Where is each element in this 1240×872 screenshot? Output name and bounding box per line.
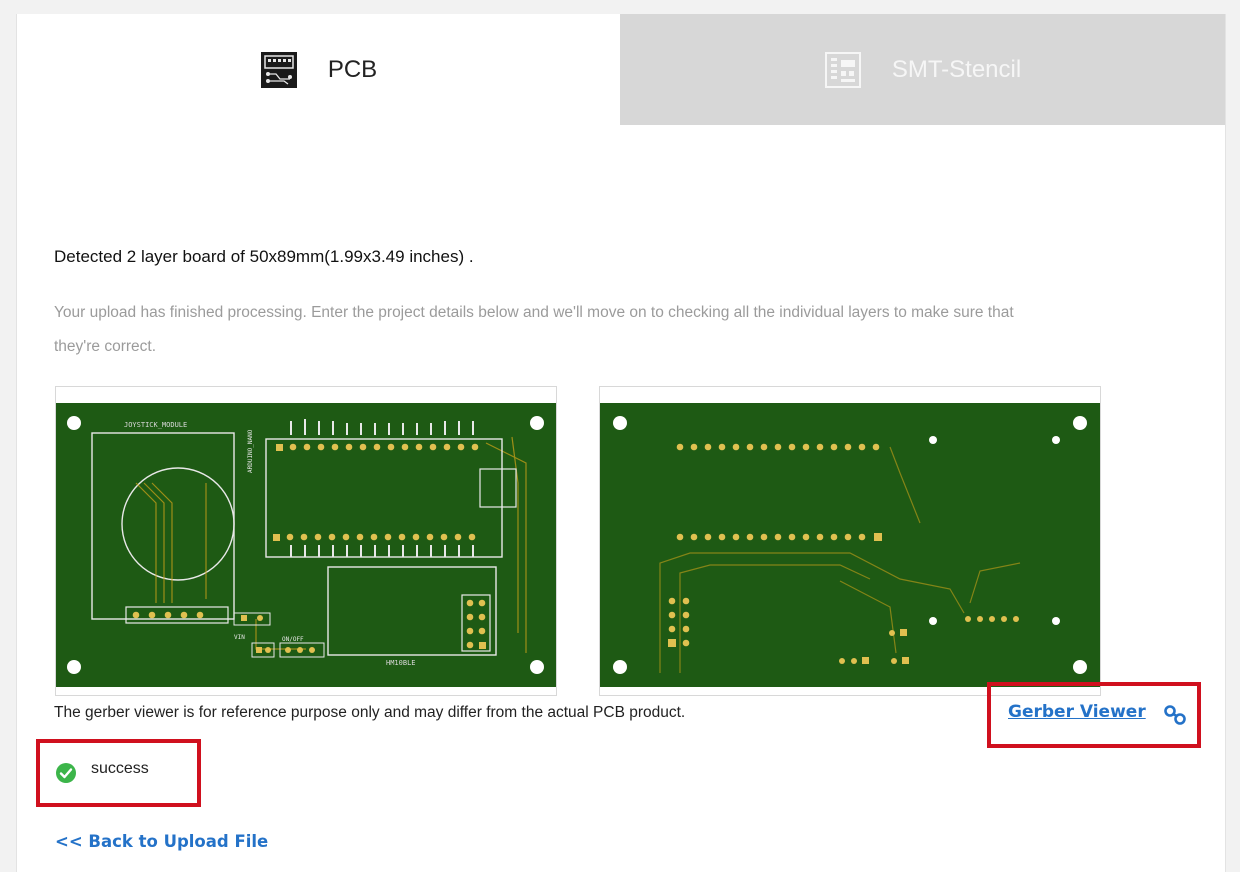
tab-smt-stencil[interactable]: SMT-Stencil	[620, 14, 1225, 125]
pcb-top-render: JOYSTICK_MODULE ARDUINO_NANO HM10BLE VIN…	[56, 403, 556, 687]
pcb-bottom-layer-view	[599, 386, 1101, 696]
tab-pcb[interactable]: PCB	[17, 14, 620, 125]
check-circle-icon	[55, 762, 77, 789]
external-link-icon[interactable]	[1163, 704, 1187, 731]
pcb-top-layer-view: JOYSTICK_MODULE ARDUINO_NANO HM10BLE VIN…	[55, 386, 557, 696]
pcb-top-power-label: VIN	[234, 634, 245, 641]
upload-panel: PCB SMT-Stencil Detected 2 layer board o…	[16, 14, 1226, 872]
pcb-top-switch-label: ON/OFF	[282, 636, 304, 643]
pcb-top-module-label: HM10BLE	[386, 659, 416, 667]
pcb-board-icon	[260, 51, 298, 89]
gerber-viewer-link[interactable]: Gerber Viewer	[1008, 702, 1146, 722]
detected-board-summary: Detected 2 layer board of 50x89mm(1.99x3…	[54, 247, 474, 266]
stencil-icon	[824, 51, 862, 89]
tab-smt-stencil-label: SMT-Stencil	[891, 55, 1022, 83]
pcb-top-vertical-label: ARDUINO_NANO	[247, 429, 254, 473]
pcb-bottom-render	[600, 403, 1100, 687]
processing-info-text: Your upload has finished processing. Ent…	[54, 304, 1014, 355]
back-to-upload-link[interactable]: << Back to Upload File	[55, 832, 268, 851]
gerber-disclaimer: The gerber viewer is for reference purpo…	[54, 704, 686, 721]
upload-status-text: success	[91, 760, 149, 777]
tab-pcb-label: PCB	[327, 55, 378, 83]
pcb-top-title: JOYSTICK_MODULE	[124, 421, 187, 429]
